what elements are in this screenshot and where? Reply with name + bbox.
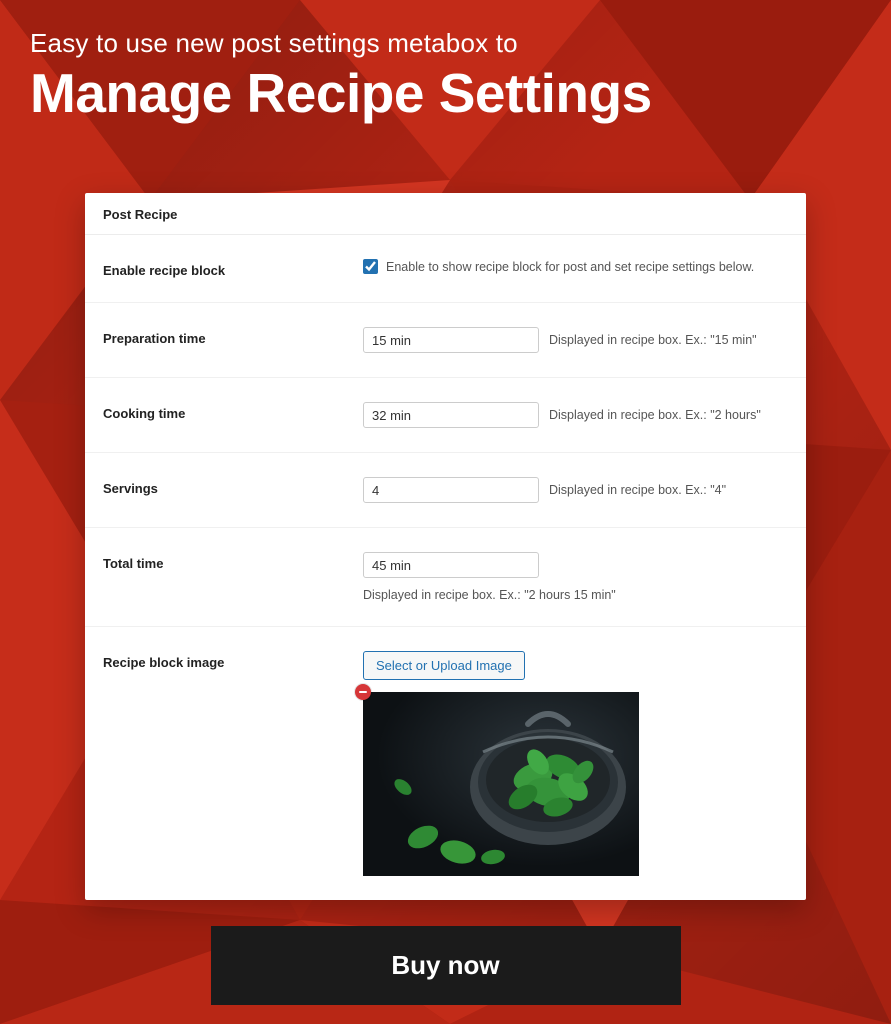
servings-input[interactable] [363, 477, 539, 503]
label-cook-time: Cooking time [103, 402, 363, 421]
settings-panel: Post Recipe Enable recipe block Enable t… [85, 193, 806, 900]
enable-recipe-hint: Enable to show recipe block for post and… [386, 260, 754, 274]
label-total-time: Total time [103, 552, 363, 571]
row-recipe-image: Recipe block image Select or Upload Imag… [85, 627, 806, 900]
total-time-hint: Displayed in recipe box. Ex.: "2 hours 1… [363, 588, 616, 602]
cook-time-input[interactable] [363, 402, 539, 428]
panel-header: Post Recipe [85, 193, 806, 235]
hero-subtitle: Easy to use new post settings metabox to [30, 28, 861, 59]
label-recipe-image: Recipe block image [103, 651, 363, 670]
row-cook-time: Cooking time Displayed in recipe box. Ex… [85, 378, 806, 453]
remove-image-icon[interactable] [355, 684, 371, 700]
row-enable-recipe: Enable recipe block Enable to show recip… [85, 235, 806, 303]
label-prep-time: Preparation time [103, 327, 363, 346]
servings-hint: Displayed in recipe box. Ex.: "4" [549, 483, 726, 497]
row-total-time: Total time Displayed in recipe box. Ex.:… [85, 528, 806, 627]
row-prep-time: Preparation time Displayed in recipe box… [85, 303, 806, 378]
image-preview [363, 692, 639, 876]
buy-now-button[interactable]: Buy now [211, 926, 681, 1005]
enable-recipe-checkbox[interactable] [363, 259, 378, 274]
cook-time-hint: Displayed in recipe box. Ex.: "2 hours" [549, 408, 761, 422]
upload-image-button[interactable]: Select or Upload Image [363, 651, 525, 680]
total-time-input[interactable] [363, 552, 539, 578]
prep-time-hint: Displayed in recipe box. Ex.: "15 min" [549, 333, 757, 347]
hero-title: Manage Recipe Settings [30, 61, 861, 125]
label-servings: Servings [103, 477, 363, 496]
label-enable-recipe: Enable recipe block [103, 259, 363, 278]
prep-time-input[interactable] [363, 327, 539, 353]
row-servings: Servings Displayed in recipe box. Ex.: "… [85, 453, 806, 528]
